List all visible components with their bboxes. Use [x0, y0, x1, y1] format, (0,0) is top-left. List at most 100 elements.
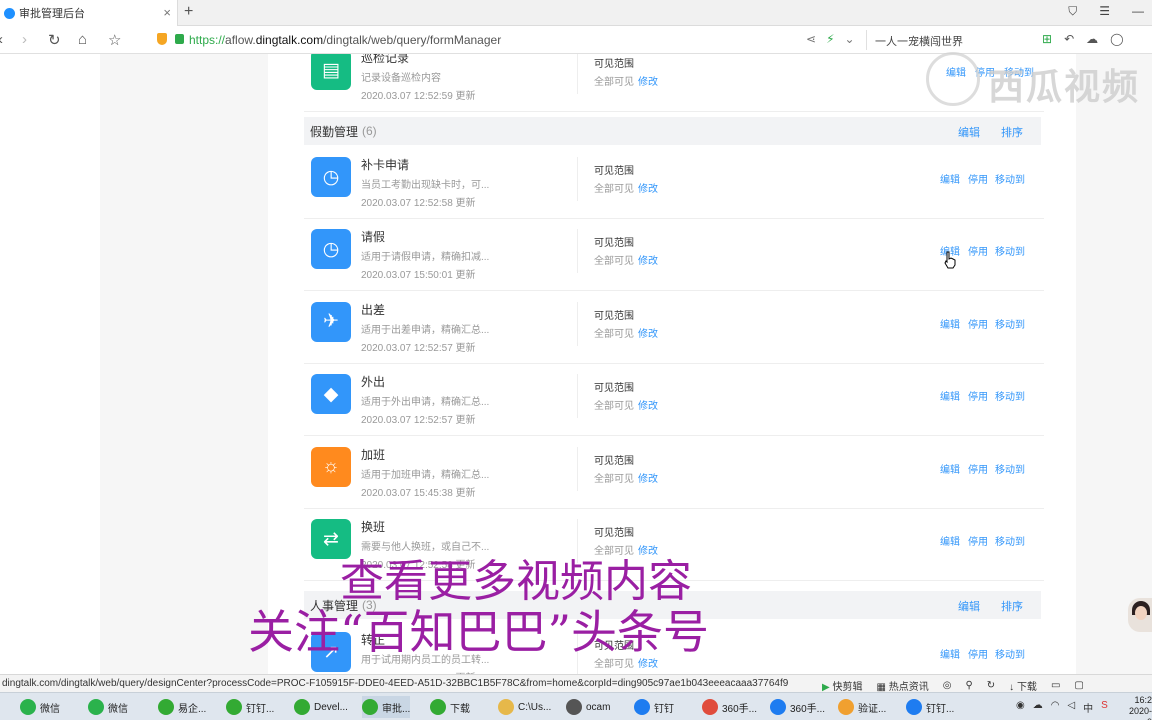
- disable-link[interactable]: 停用: [968, 171, 988, 186]
- taskbar-item[interactable]: 验证...: [838, 696, 886, 718]
- shield-icon[interactable]: [157, 33, 167, 45]
- visibility-edit-link[interactable]: 修改: [638, 397, 658, 412]
- disable-link[interactable]: 停用: [968, 533, 988, 548]
- ime-indicator[interactable]: 中: [1083, 700, 1093, 715]
- form-name: 补卡申请: [361, 158, 410, 172]
- taskbar-item[interactable]: 钉钉...: [226, 696, 274, 718]
- form-row: ☼ 加班 适用于加班申请，精确汇总... 2020.03.07 15:45:38 更新…: [304, 437, 1044, 509]
- visibility-edit-link[interactable]: 修改: [638, 73, 658, 88]
- visibility-edit-link[interactable]: 修改: [638, 180, 658, 195]
- taskbar-item[interactable]: ocam: [566, 696, 610, 718]
- taskbar-item[interactable]: 审批...: [362, 696, 411, 718]
- form-name: 换班: [361, 520, 386, 534]
- group-edit-link[interactable]: 编辑: [958, 124, 980, 140]
- taskbar-item[interactable]: 钉钉: [634, 696, 674, 718]
- edit-link[interactable]: 编辑: [940, 533, 960, 548]
- cloud-tray-icon[interactable]: ☁: [1033, 700, 1043, 715]
- move-to-link[interactable]: 移动到: [995, 388, 1025, 403]
- star-icon[interactable]: ☆: [108, 31, 121, 49]
- disable-link[interactable]: 停用: [968, 243, 988, 258]
- group-sort-link[interactable]: 排序: [1001, 124, 1023, 140]
- visibility-value: 全部可见: [594, 473, 634, 485]
- taskbar-clock[interactable]: 16:2 2020-0: [1124, 695, 1152, 720]
- visibility-edit-link[interactable]: 修改: [638, 252, 658, 267]
- new-tab-button[interactable]: +: [184, 3, 193, 21]
- user-tray-icon[interactable]: ◉: [1016, 700, 1025, 715]
- taskbar-item[interactable]: 下载: [430, 696, 470, 718]
- form-desc: 适用于外出申请，精确汇总...: [361, 397, 490, 409]
- move-to-link[interactable]: 移动到: [995, 171, 1025, 186]
- disable-link[interactable]: 停用: [968, 316, 988, 331]
- taskbar-item[interactable]: 微信: [88, 696, 128, 718]
- tab-close-icon[interactable]: ×: [163, 5, 171, 20]
- visibility-label: 可见范围: [594, 59, 634, 70]
- tshirt-skin-icon[interactable]: ⛉: [1068, 4, 1077, 19]
- taskbar-item-label: 验证...: [858, 703, 887, 715]
- edit-link[interactable]: 编辑: [940, 646, 960, 661]
- tab-approval-admin[interactable]: 审批管理后台 ×: [0, 0, 178, 26]
- share-icon[interactable]: ⋖: [806, 32, 816, 46]
- plane-icon: ✈: [311, 301, 351, 342]
- disable-link[interactable]: 停用: [968, 646, 988, 661]
- sogou-ime-icon[interactable]: S: [1101, 700, 1108, 715]
- window-icon[interactable]: ▭: [1051, 680, 1060, 691]
- forward-icon[interactable]: ›: [22, 31, 27, 48]
- download-button[interactable]: ↓ 下载: [1009, 678, 1037, 693]
- taskbar-item-label: 360手...: [722, 703, 758, 715]
- back-icon[interactable]: ‹: [0, 31, 3, 48]
- group-edit-link[interactable]: 编辑: [958, 598, 980, 614]
- browser-tab-bar: 审批管理后台 × + ⛉ ☰ —: [0, 0, 1152, 26]
- form-name: 加班: [361, 447, 386, 462]
- hot-news-button[interactable]: ▦ 热点资讯: [876, 678, 928, 693]
- clipboard-icon: ▤: [311, 54, 351, 90]
- form-date: 2020.03.07 12:52:57 更新: [361, 342, 476, 354]
- edit-link[interactable]: 编辑: [940, 461, 960, 476]
- minimize-icon[interactable]: —: [1132, 4, 1144, 19]
- edit-link[interactable]: 编辑: [940, 171, 960, 186]
- move-to-link[interactable]: 移动到: [995, 243, 1025, 258]
- taskbar-item-label: 钉钉...: [926, 703, 955, 715]
- speaker-icon[interactable]: ◎: [943, 680, 952, 691]
- move-to-link[interactable]: 移动到: [995, 461, 1025, 476]
- move-to-link[interactable]: 移动到: [995, 646, 1025, 661]
- disable-link[interactable]: 停用: [968, 461, 988, 476]
- visibility-label: 可见范围: [594, 310, 634, 322]
- taskbar-item[interactable]: C:\Us...: [498, 696, 551, 718]
- lightning-icon[interactable]: ⚡: [826, 32, 834, 46]
- visibility-edit-link[interactable]: 修改: [638, 470, 658, 485]
- edit-link[interactable]: 编辑: [940, 388, 960, 403]
- move-to-link[interactable]: 移动到: [995, 533, 1025, 548]
- xigua-video-watermark: 西瓜视频: [924, 40, 1152, 110]
- group-sort-link[interactable]: 排序: [1001, 598, 1023, 614]
- quick-clip-button[interactable]: ▶ 快剪辑: [822, 678, 862, 693]
- taskbar-item[interactable]: 360手...: [702, 696, 757, 718]
- taskbar-item[interactable]: 微信: [20, 696, 60, 718]
- taskbar-item[interactable]: 易企...: [158, 696, 206, 718]
- url-field[interactable]: https://aflow.dingtalk.com/dingtalk/web/…: [189, 33, 501, 47]
- visibility-edit-link[interactable]: 修改: [638, 325, 658, 340]
- volume-icon[interactable]: ◁: [1067, 700, 1075, 715]
- visibility-label: 可见范围: [594, 166, 634, 177]
- visibility-value: 全部可见: [594, 328, 634, 340]
- home-icon[interactable]: ⌂: [78, 31, 87, 48]
- group-header-leave: 假勤管理 (6) 编辑 排序: [304, 117, 1041, 145]
- taskbar-item[interactable]: 360手...: [770, 696, 825, 718]
- divider: [577, 301, 578, 346]
- taskbar-item[interactable]: 钉钉...: [906, 696, 954, 718]
- taskbar-item-label: 审批...: [382, 703, 411, 715]
- menu-icon[interactable]: ☰: [1099, 4, 1110, 19]
- pin-icon[interactable]: ⚲: [965, 680, 972, 691]
- chevron-down-icon[interactable]: ⌄: [845, 32, 855, 46]
- wifi-icon[interactable]: ◠: [1051, 700, 1060, 715]
- screen-icon[interactable]: ▢: [1074, 680, 1083, 691]
- edit-link[interactable]: 编辑: [940, 316, 960, 331]
- visibility-value: 全部可见: [594, 184, 634, 195]
- disable-link[interactable]: 停用: [968, 388, 988, 403]
- group-count: (6): [362, 124, 377, 138]
- lock-icon: [175, 34, 184, 44]
- reload-icon[interactable]: ↻: [48, 31, 61, 49]
- taskbar-item[interactable]: Devel...: [294, 696, 348, 718]
- taskbar-item-label: 下载: [450, 703, 470, 715]
- refresh-icon[interactable]: ↻: [987, 680, 995, 691]
- move-to-link[interactable]: 移动到: [995, 316, 1025, 331]
